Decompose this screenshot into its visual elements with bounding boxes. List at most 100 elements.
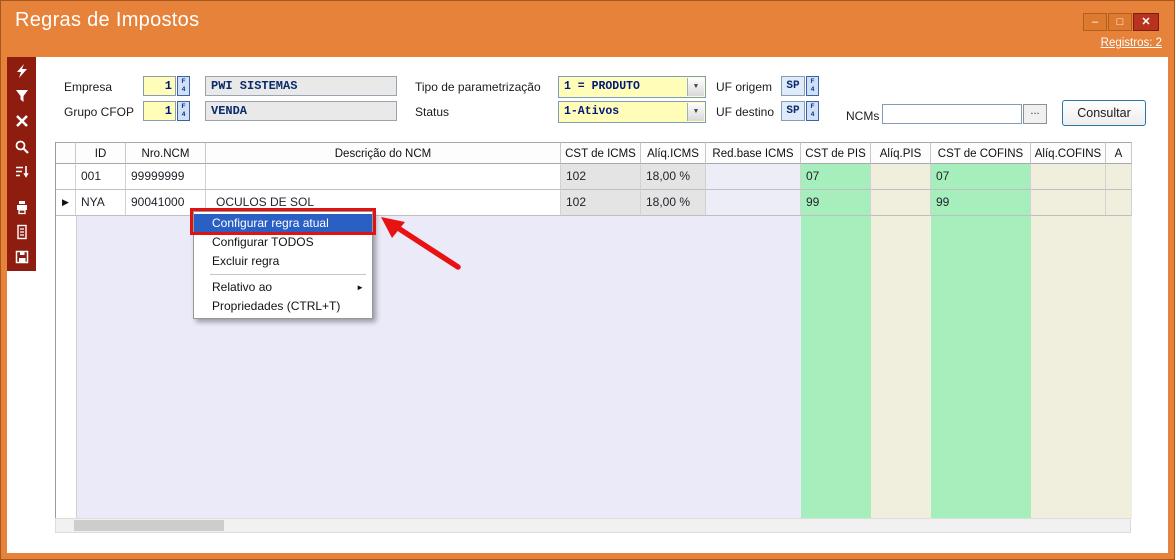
grid-header-aliq-cofins[interactable]: Alíq.COFINS	[1031, 142, 1106, 164]
uf-origem-input[interactable]: SP	[781, 76, 805, 96]
maximize-button[interactable]: □	[1108, 13, 1132, 31]
uf-destino-f4-lookup-button[interactable]: F 4	[806, 101, 819, 121]
tax-rules-grid: ID Nro.NCM Descrição do NCM CST de ICMS …	[55, 142, 1131, 518]
grid-header-ncm[interactable]: Nro.NCM	[126, 142, 206, 164]
save-button[interactable]	[9, 249, 34, 271]
grid-header-cst-icms[interactable]: CST de ICMS	[561, 142, 641, 164]
chevron-down-icon[interactable]: ▼	[687, 103, 704, 121]
scrollbar-thumb[interactable]	[74, 520, 224, 531]
printer-icon	[14, 199, 30, 220]
tipo-parametrizacao-select[interactable]: 1 = PRODUTO ▼	[558, 76, 706, 98]
close-x-icon	[14, 113, 30, 134]
menu-item-relativo-ao[interactable]: Relativo ao ►	[194, 278, 372, 297]
last-column-stripe	[1106, 216, 1132, 518]
grid-header-marker	[56, 142, 76, 164]
cell-aliq-pis[interactable]	[871, 190, 931, 216]
tipo-parametrizacao-label: Tipo de parametrização	[415, 80, 541, 94]
empresa-label: Empresa	[64, 80, 112, 94]
status-select[interactable]: 1-Ativos ▼	[558, 101, 706, 123]
ncms-label: NCMs	[846, 109, 879, 123]
filter-button[interactable]	[9, 87, 34, 109]
cell-truncated[interactable]	[1106, 164, 1132, 190]
left-toolbar	[7, 57, 36, 271]
uf-origem-f4-lookup-button[interactable]: F 4	[806, 76, 819, 96]
app-window: Regras de Impostos – □ ✕ Registros: 2	[0, 0, 1175, 560]
table-row[interactable]: 001 99999999 102 18,00 % 07 07	[56, 164, 1132, 190]
cell-cst-cofins[interactable]: 99	[931, 190, 1031, 216]
grid-header-red-base-icms[interactable]: Red.base ICMS	[706, 142, 801, 164]
empresa-f4-lookup-button[interactable]: F 4	[177, 76, 190, 96]
cell-aliq-pis[interactable]	[871, 164, 931, 190]
cell-red-base-icms[interactable]	[706, 164, 801, 190]
status-value: 1-Ativos	[564, 105, 619, 118]
menu-item-configurar-todos[interactable]: Configurar TODOS	[194, 233, 372, 252]
magnifier-icon	[14, 139, 30, 160]
cst-cofins-column-stripe	[931, 216, 1031, 518]
menu-item-excluir-regra[interactable]: Excluir regra	[194, 252, 372, 271]
refresh-button[interactable]	[9, 62, 34, 84]
lightning-icon	[14, 63, 30, 84]
cell-cst-pis[interactable]: 07	[801, 164, 871, 190]
cancel-button[interactable]	[9, 113, 34, 135]
grid-marker-column	[56, 216, 77, 518]
empresa-code-input[interactable]: 1	[143, 76, 176, 96]
submenu-arrow-icon: ►	[356, 278, 364, 297]
cell-aliq-icms[interactable]: 18,00 %	[641, 190, 706, 216]
row-marker-cell: ▶	[56, 190, 76, 216]
ncms-browse-button[interactable]: ...	[1023, 104, 1047, 124]
uf-destino-label: UF destino	[716, 105, 774, 119]
report-button[interactable]	[9, 223, 34, 245]
cell-ncm[interactable]: 99999999	[126, 164, 206, 190]
cell-aliq-cofins[interactable]	[1031, 164, 1106, 190]
sort-icon	[14, 164, 30, 185]
filter-icon	[14, 88, 30, 109]
grupo-cfop-f4-lookup-button[interactable]: F 4	[177, 101, 190, 121]
cell-truncated[interactable]	[1106, 190, 1132, 216]
menu-item-label: Relativo ao	[212, 280, 272, 294]
chevron-down-icon[interactable]: ▼	[687, 78, 704, 96]
cell-cst-icms[interactable]: 102	[561, 164, 641, 190]
minimize-button[interactable]: –	[1083, 13, 1107, 31]
cell-cst-icms[interactable]: 102	[561, 190, 641, 216]
cell-aliq-cofins[interactable]	[1031, 190, 1106, 216]
aliq-pis-column-stripe	[871, 216, 931, 518]
grid-header-id[interactable]: ID	[76, 142, 126, 164]
ncms-input[interactable]	[882, 104, 1022, 124]
cell-aliq-icms[interactable]: 18,00 %	[641, 164, 706, 190]
grid-header-aliq-pis[interactable]: Alíq.PIS	[871, 142, 931, 164]
horizontal-scrollbar[interactable]	[55, 518, 1131, 533]
grupo-cfop-name-field: VENDA	[205, 101, 397, 121]
grid-header-cst-cofins[interactable]: CST de COFINS	[931, 142, 1031, 164]
uf-origem-label: UF origem	[716, 80, 772, 94]
print-button[interactable]	[9, 198, 34, 220]
floppy-disk-icon	[14, 249, 30, 270]
sort-button[interactable]	[9, 164, 34, 186]
status-label: Status	[415, 105, 449, 119]
empresa-name-field: PWI SISTEMAS	[205, 76, 397, 96]
registros-link[interactable]: Registros: 2	[1101, 37, 1162, 49]
menu-item-configurar-regra-atual[interactable]: Configurar regra atual	[194, 214, 372, 233]
menu-separator	[210, 274, 366, 275]
document-icon	[14, 224, 30, 245]
cell-red-base-icms[interactable]	[706, 190, 801, 216]
grupo-cfop-label: Grupo CFOP	[64, 105, 134, 119]
uf-destino-input[interactable]: SP	[781, 101, 805, 121]
cell-cst-pis[interactable]: 99	[801, 190, 871, 216]
grid-header-aliq-icms[interactable]: Alíq.ICMS	[641, 142, 706, 164]
tipo-parametrizacao-value: 1 = PRODUTO	[564, 80, 640, 93]
cell-id[interactable]: 001	[76, 164, 126, 190]
context-menu: Configurar regra atual Configurar TODOS …	[193, 211, 373, 319]
search-button[interactable]	[9, 138, 34, 160]
grid-header-truncated[interactable]: A	[1106, 142, 1132, 164]
cell-cst-cofins[interactable]: 07	[931, 164, 1031, 190]
consultar-button[interactable]: Consultar	[1062, 100, 1146, 126]
grupo-cfop-code-input[interactable]: 1	[143, 101, 176, 121]
window-title: Regras de Impostos	[15, 9, 199, 32]
grid-header-descricao[interactable]: Descrição do NCM	[206, 142, 561, 164]
close-button[interactable]: ✕	[1133, 13, 1159, 31]
cell-id[interactable]: NYA	[76, 190, 126, 216]
menu-item-propriedades[interactable]: Propriedades (CTRL+T)	[194, 297, 372, 316]
grid-header-cst-pis[interactable]: CST de PIS	[801, 142, 871, 164]
cell-descricao[interactable]	[206, 164, 561, 190]
aliq-cofins-column-stripe	[1031, 216, 1106, 518]
